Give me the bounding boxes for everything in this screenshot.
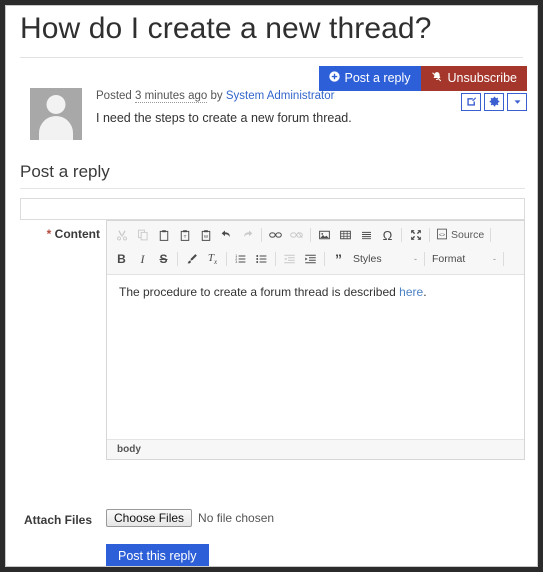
no-file-chosen-text: No file chosen bbox=[198, 511, 275, 525]
chevron-down-icon[interactable] bbox=[507, 92, 527, 111]
svg-text:T: T bbox=[183, 233, 186, 238]
toolbar-separator bbox=[424, 252, 425, 266]
svg-text:<>: <> bbox=[439, 232, 445, 238]
chevron-down-icon: - bbox=[414, 254, 417, 264]
special-char-icon[interactable]: Ω bbox=[377, 225, 398, 245]
post-author-link[interactable]: System Administrator bbox=[226, 90, 335, 102]
undo-icon[interactable] bbox=[216, 225, 237, 245]
source-label: Source bbox=[451, 229, 485, 241]
italic-icon[interactable]: I bbox=[132, 249, 153, 269]
toolbar-separator bbox=[310, 228, 311, 242]
format-dropdown[interactable]: Format - bbox=[428, 253, 500, 265]
bold-icon[interactable]: B bbox=[111, 249, 132, 269]
reply-section-title: Post a reply bbox=[20, 162, 110, 181]
paste-icon[interactable] bbox=[153, 225, 174, 245]
image-icon[interactable] bbox=[314, 225, 335, 245]
choose-files-button[interactable]: Choose Files bbox=[106, 509, 193, 527]
unsubscribe-label: Unsubscribe bbox=[447, 71, 517, 85]
page-title: How do I create a new thread? bbox=[20, 12, 432, 45]
thread-post: Posted 3 minutes ago by System Administr… bbox=[30, 88, 352, 140]
remove-format-icon[interactable]: Tx bbox=[202, 249, 223, 269]
file-upload-row: Choose Files No file chosen bbox=[106, 509, 274, 527]
post-this-reply-button[interactable]: Post this reply bbox=[106, 544, 209, 566]
editor-inline-link[interactable]: here bbox=[399, 285, 423, 299]
post-body: I need the steps to create a new forum t… bbox=[96, 111, 352, 125]
thread-icon-buttons bbox=[461, 92, 527, 111]
chevron-down-icon: - bbox=[493, 254, 496, 264]
toolbar-separator bbox=[429, 228, 430, 242]
forum-thread-page: How do I create a new thread? Post a rep… bbox=[5, 5, 538, 567]
numbered-list-icon[interactable]: 123 bbox=[230, 249, 251, 269]
title-divider bbox=[20, 56, 523, 58]
indent-icon[interactable] bbox=[300, 249, 321, 269]
styles-dropdown[interactable]: Styles - bbox=[349, 253, 421, 265]
required-marker: * bbox=[46, 227, 52, 241]
editor-content-area[interactable]: The procedure to create a forum thread i… bbox=[107, 275, 524, 439]
by-word: by bbox=[210, 90, 223, 102]
toolbar-separator bbox=[490, 228, 492, 242]
thread-action-buttons: Post a reply Unsubscribe bbox=[318, 65, 527, 91]
reply-section-divider bbox=[20, 188, 525, 189]
paste-text-icon[interactable]: T bbox=[174, 225, 195, 245]
post-timestamp[interactable]: 3 minutes ago bbox=[135, 90, 208, 103]
link-icon[interactable] bbox=[265, 225, 286, 245]
posted-prefix: Posted bbox=[96, 90, 132, 102]
rich-text-editor: T W Ω <> Source B I S Tx 1 2 3 ” Styles … bbox=[106, 220, 525, 460]
unlink-icon[interactable] bbox=[286, 225, 307, 245]
toolbar-separator bbox=[503, 252, 504, 266]
source-button[interactable]: <> Source bbox=[433, 228, 487, 243]
toolbar-separator bbox=[401, 228, 402, 242]
content-label-text: Content bbox=[54, 227, 100, 241]
editor-toolbar: T W Ω <> Source B I S Tx 1 2 3 ” Styles … bbox=[107, 221, 524, 275]
attach-files-label: Attach Files bbox=[24, 513, 93, 527]
edit-icon[interactable] bbox=[461, 92, 481, 111]
post-content: Posted 3 minutes ago by System Administr… bbox=[96, 88, 352, 140]
plus-circle-icon bbox=[328, 71, 340, 85]
copy-icon[interactable] bbox=[132, 225, 153, 245]
toolbar-separator bbox=[177, 252, 178, 266]
avatar bbox=[30, 88, 82, 140]
editor-status-bar: body bbox=[107, 439, 524, 459]
horizontal-rule-icon[interactable] bbox=[356, 225, 377, 245]
blockquote-icon[interactable]: ” bbox=[328, 249, 349, 269]
editor-toolbar-row-2: B I S Tx 123 ” Styles - Format - bbox=[111, 247, 520, 271]
toolbar-separator bbox=[324, 252, 325, 266]
reply-subject-input[interactable] bbox=[20, 198, 525, 220]
gear-icon[interactable] bbox=[484, 92, 504, 111]
toolbar-separator bbox=[275, 252, 276, 266]
unsubscribe-button[interactable]: Unsubscribe bbox=[420, 65, 527, 91]
avatar-head bbox=[46, 95, 66, 114]
maximize-icon[interactable] bbox=[405, 225, 426, 245]
toolbar-separator bbox=[226, 252, 227, 266]
redo-icon[interactable] bbox=[237, 225, 258, 245]
source-code-icon: <> bbox=[436, 228, 448, 243]
outdent-icon[interactable] bbox=[279, 249, 300, 269]
strikethrough-icon[interactable]: S bbox=[153, 249, 174, 269]
toolbar-separator bbox=[261, 228, 262, 242]
format-brush-icon[interactable] bbox=[181, 249, 202, 269]
element-path[interactable]: body bbox=[117, 444, 141, 455]
styles-label: Styles bbox=[353, 253, 382, 265]
editor-toolbar-row-1: T W Ω <> Source bbox=[111, 223, 520, 247]
avatar-body bbox=[39, 116, 73, 140]
editor-text: The procedure to create a forum thread i… bbox=[119, 285, 400, 299]
post-a-reply-label: Post a reply bbox=[344, 71, 411, 85]
cut-icon[interactable] bbox=[111, 225, 132, 245]
svg-text:3: 3 bbox=[235, 260, 237, 264]
bulleted-list-icon[interactable] bbox=[251, 249, 272, 269]
svg-text:W: W bbox=[203, 234, 208, 239]
bell-slash-icon bbox=[431, 71, 443, 86]
editor-text-tail: . bbox=[423, 285, 427, 299]
table-icon[interactable] bbox=[335, 225, 356, 245]
paste-word-icon[interactable]: W bbox=[195, 225, 216, 245]
format-label: Format bbox=[432, 253, 466, 265]
post-a-reply-button[interactable]: Post a reply bbox=[318, 65, 421, 91]
content-field-label: * Content bbox=[34, 227, 100, 241]
post-meta: Posted 3 minutes ago by System Administr… bbox=[96, 88, 352, 103]
